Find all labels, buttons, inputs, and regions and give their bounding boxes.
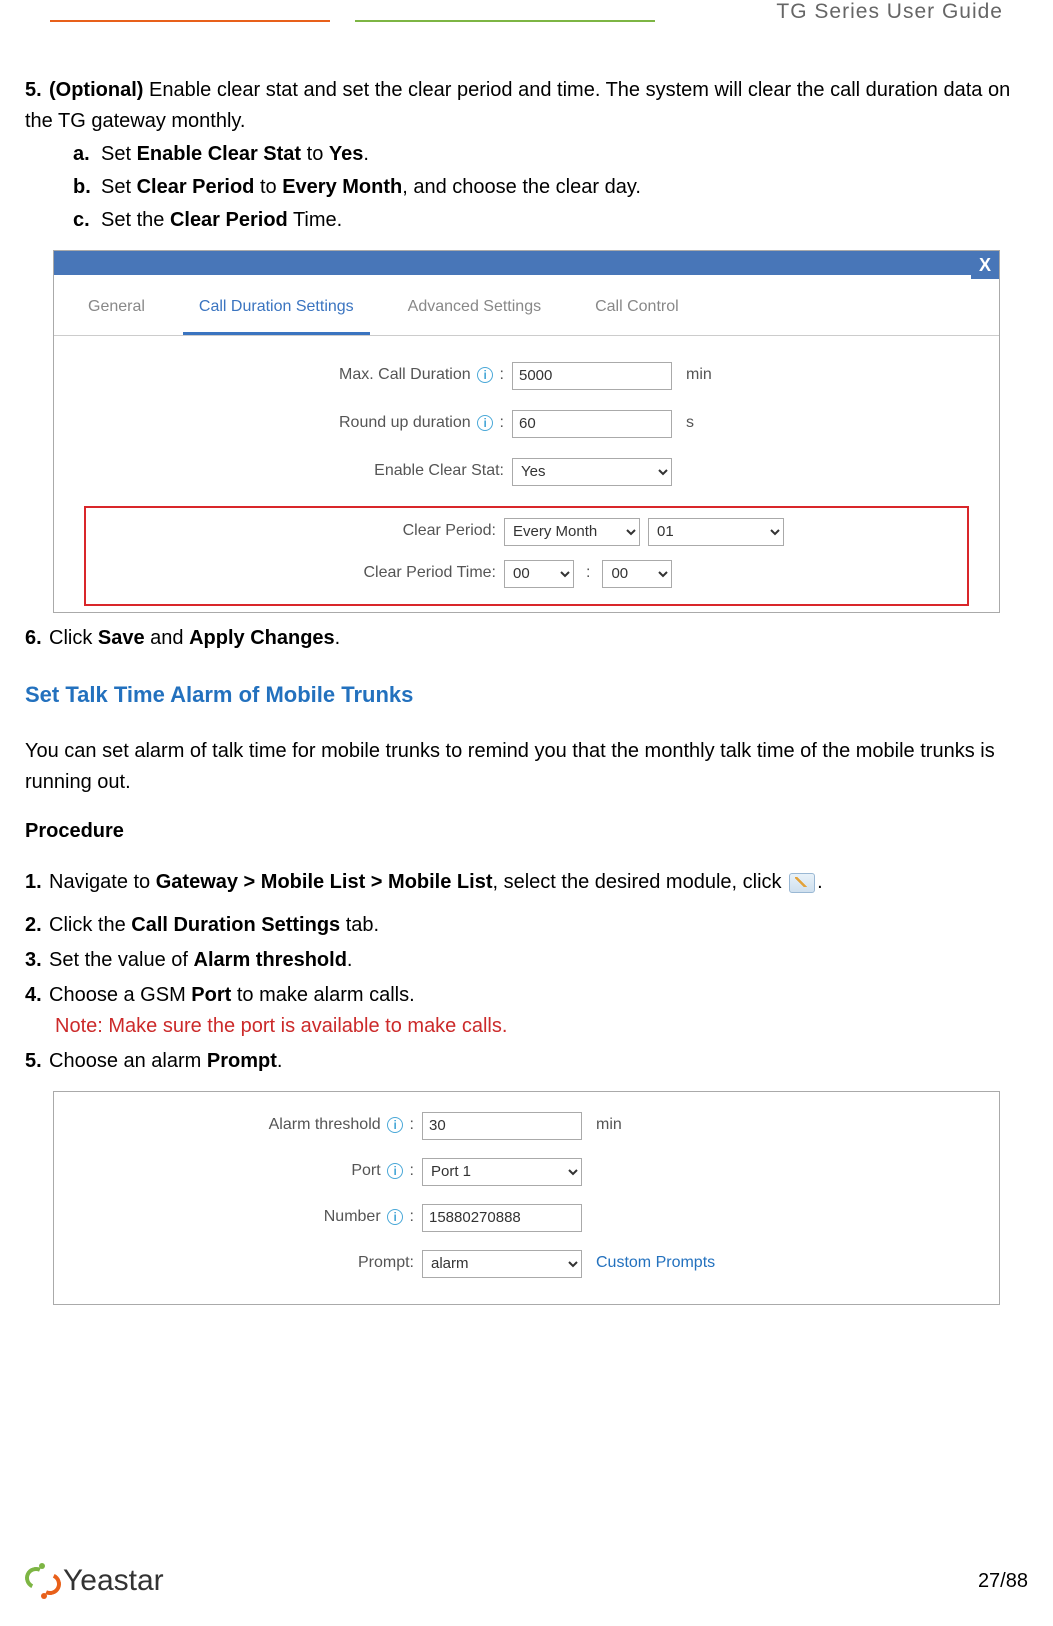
step-5: 5.(Optional) Enable clear stat and set t…	[25, 75, 1028, 236]
substep-num: a.	[73, 139, 101, 170]
label-enable-clear-stat: Enable Clear Stat:	[94, 459, 504, 484]
step-num: 1.	[25, 867, 49, 898]
highlighted-region: Clear Period: Every Month 01 Clear Perio…	[84, 506, 969, 606]
page-header-title: TG Series User Guide	[776, 0, 1003, 24]
step-num: 6.	[25, 623, 49, 654]
step-text: Choose a GSM Port to make alarm calls.	[49, 984, 415, 1006]
step-num: 2.	[25, 910, 49, 941]
label-clear-period-time: Clear Period Time:	[92, 561, 496, 586]
header-rule-orange	[50, 20, 330, 22]
input-max-call-duration[interactable]	[512, 362, 672, 390]
dialog-alarm-settings: Alarm threshold i : min Port i : Port 1 …	[53, 1091, 1000, 1305]
tab-general[interactable]: General	[72, 285, 161, 335]
row-clear-period: Clear Period: Every Month 01	[92, 518, 961, 546]
label-round-up-duration: Round up duration i :	[94, 411, 504, 436]
step-text: Choose an alarm Prompt.	[49, 1050, 282, 1072]
label-prompt: Prompt:	[84, 1251, 414, 1276]
section-intro: You can set alarm of talk time for mobil…	[25, 736, 1028, 798]
note-text: Note: Make sure the port is available to…	[25, 1011, 1028, 1042]
unit-min: min	[686, 363, 712, 388]
row-prompt: Prompt: alarm Custom Prompts	[84, 1250, 969, 1278]
time-colon: :	[586, 561, 590, 586]
row-max-call-duration: Max. Call Duration i : min	[94, 362, 959, 390]
row-round-up-duration: Round up duration i : s	[94, 410, 959, 438]
label-max-call-duration: Max. Call Duration i :	[94, 363, 504, 388]
row-enable-clear-stat: Enable Clear Stat: Yes	[94, 458, 959, 486]
tab-call-control[interactable]: Call Control	[579, 285, 695, 335]
select-clear-minute[interactable]: 00	[602, 560, 672, 588]
header-rule-green	[355, 20, 655, 22]
step-text: Click Save and Apply Changes.	[49, 627, 340, 649]
label-clear-period: Clear Period:	[92, 519, 496, 544]
substep-c: c.Set the Clear Period Time.	[73, 205, 1028, 236]
step-text: Click the Call Duration Settings tab.	[49, 914, 379, 936]
close-icon[interactable]: X	[971, 251, 999, 279]
info-icon[interactable]: i	[477, 367, 493, 383]
select-clear-hour[interactable]: 00	[504, 560, 574, 588]
proc-step-1: 1.Navigate to Gateway > Mobile List > Mo…	[25, 867, 1028, 898]
edit-icon[interactable]	[789, 873, 815, 893]
step-num: 5.	[25, 75, 49, 106]
section-heading: Set Talk Time Alarm of Mobile Trunks	[25, 678, 1028, 712]
substep-num: b.	[73, 172, 101, 203]
proc-step-4: 4.Choose a GSM Port to make alarm calls.…	[25, 980, 1028, 1042]
input-number[interactable]	[422, 1204, 582, 1232]
step-optional: (Optional)	[49, 79, 143, 101]
substep-b: b.Set Clear Period to Every Month, and c…	[73, 172, 1028, 203]
select-port[interactable]: Port 1	[422, 1158, 582, 1186]
label-alarm-threshold: Alarm threshold i :	[84, 1113, 414, 1138]
row-alarm-threshold: Alarm threshold i : min	[84, 1112, 969, 1140]
info-icon[interactable]: i	[477, 415, 493, 431]
select-clear-day[interactable]: 01	[648, 518, 784, 546]
row-number: Number i :	[84, 1204, 969, 1232]
dialog-call-duration: X General Call Duration Settings Advance…	[53, 250, 1000, 613]
proc-step-5: 5.Choose an alarm Prompt.	[25, 1046, 1028, 1077]
unit-seconds: s	[686, 411, 694, 436]
substep-num: c.	[73, 205, 101, 236]
step-num: 4.	[25, 980, 49, 1011]
dialog-titlebar: X	[54, 251, 999, 275]
step-text: Navigate to Gateway > Mobile List > Mobi…	[49, 871, 787, 893]
label-port: Port i :	[84, 1159, 414, 1184]
step-num: 3.	[25, 945, 49, 976]
row-clear-period-time: Clear Period Time: 00 : 00	[92, 560, 961, 588]
input-alarm-threshold[interactable]	[422, 1112, 582, 1140]
proc-step-3: 3.Set the value of Alarm threshold.	[25, 945, 1028, 976]
select-enable-clear-stat[interactable]: Yes	[512, 458, 672, 486]
substep-text: Set Clear Period to Every Month, and cho…	[101, 176, 641, 198]
step-num: 5.	[25, 1046, 49, 1077]
select-prompt[interactable]: alarm	[422, 1250, 582, 1278]
step-6: 6.Click Save and Apply Changes.	[25, 623, 1028, 654]
label-number: Number i :	[84, 1205, 414, 1230]
tab-call-duration-settings[interactable]: Call Duration Settings	[183, 285, 370, 335]
step-text: Set the value of Alarm threshold.	[49, 949, 352, 971]
brand-logo-icon	[25, 1563, 61, 1599]
dialog-tabs: General Call Duration Settings Advanced …	[54, 275, 999, 336]
procedure-heading: Procedure	[25, 816, 1028, 847]
substep-a: a.Set Enable Clear Stat to Yes.	[73, 139, 1028, 170]
brand-name: Yeastar	[63, 1564, 164, 1598]
select-clear-period[interactable]: Every Month	[504, 518, 640, 546]
input-round-up-duration[interactable]	[512, 410, 672, 438]
link-custom-prompts[interactable]: Custom Prompts	[596, 1251, 715, 1276]
step-text-tail: .	[817, 871, 823, 893]
page-number: 27/88	[978, 1570, 1028, 1593]
row-port: Port i : Port 1	[84, 1158, 969, 1186]
proc-step-2: 2.Click the Call Duration Settings tab.	[25, 910, 1028, 941]
substep-text: Set Enable Clear Stat to Yes.	[101, 143, 369, 165]
info-icon[interactable]: i	[387, 1117, 403, 1133]
brand-logo: Yeastar	[25, 1563, 164, 1599]
unit-min: min	[596, 1113, 622, 1138]
substep-text: Set the Clear Period Time.	[101, 209, 342, 231]
tab-advanced-settings[interactable]: Advanced Settings	[392, 285, 557, 335]
step-text: Enable clear stat and set the clear peri…	[25, 79, 1010, 132]
info-icon[interactable]: i	[387, 1163, 403, 1179]
info-icon[interactable]: i	[387, 1209, 403, 1225]
